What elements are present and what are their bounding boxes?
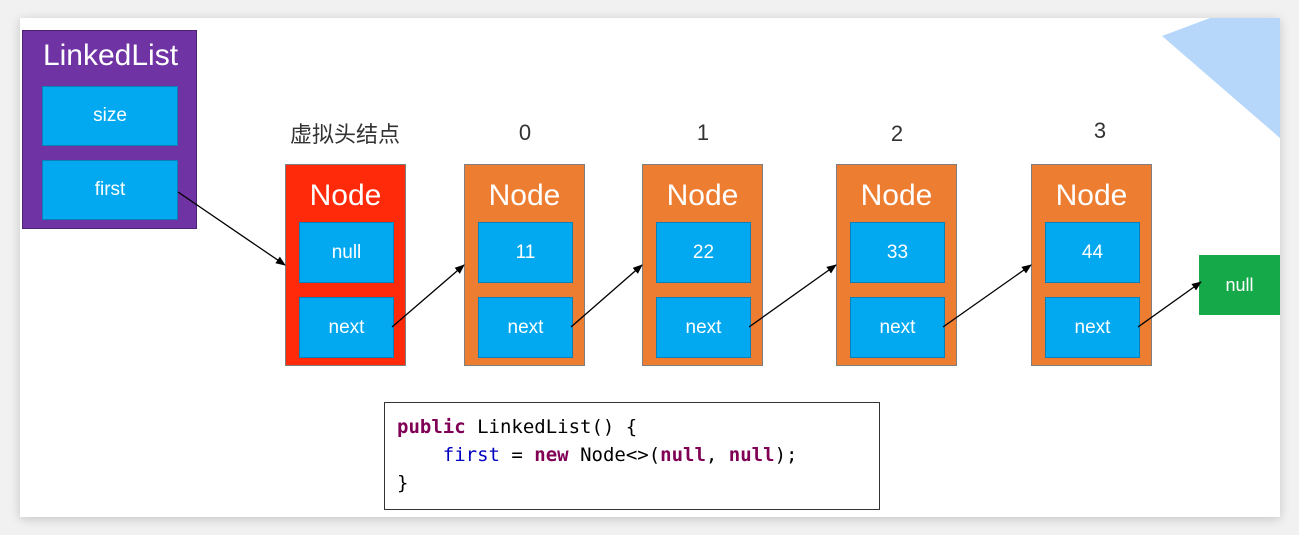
code-keyword: null bbox=[660, 444, 706, 466]
first-pointer-arrow bbox=[177, 191, 286, 266]
code-text: } bbox=[397, 472, 409, 494]
code-text: ); bbox=[774, 444, 798, 466]
next-arrow-3 bbox=[1137, 281, 1202, 328]
code-text: , bbox=[705, 444, 729, 466]
next-arrow-dummy bbox=[391, 264, 465, 328]
next-arrow-1 bbox=[748, 264, 837, 328]
code-text: LinkedList() { bbox=[465, 416, 638, 438]
code-keyword: public bbox=[397, 416, 466, 438]
code-keyword: new bbox=[534, 444, 569, 466]
code-text: Node<>( bbox=[568, 444, 661, 466]
constructor-code-block: public LinkedList() { first = new Node<>… bbox=[384, 402, 880, 510]
code-text: = bbox=[499, 444, 535, 466]
code-field: first bbox=[442, 444, 500, 466]
next-arrow-0 bbox=[570, 264, 643, 328]
code-keyword: null bbox=[728, 444, 775, 466]
next-arrow-2 bbox=[942, 264, 1032, 328]
